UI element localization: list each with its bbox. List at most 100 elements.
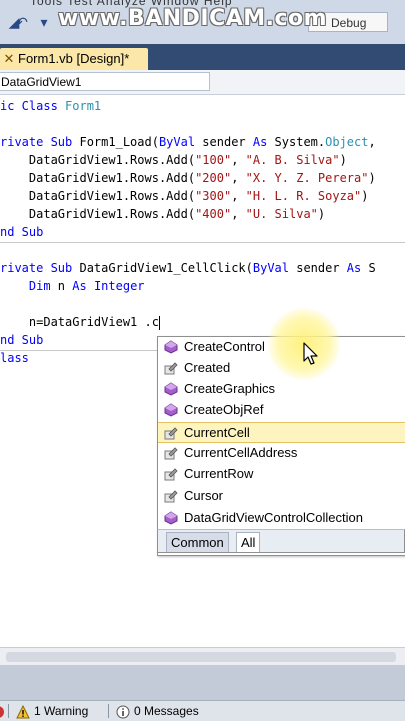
property-icon [164,490,178,503]
string-literal: "100" [195,153,232,167]
code-text: DataGridView1.Rows.Add( [0,189,196,203]
completion-item[interactable]: CurrentCellAddress [158,443,405,464]
messages-count: 0 Messages [134,704,199,718]
keyword: As Integer [72,279,145,293]
code-line-end-class: lass [0,351,29,365]
procedure-separator [0,242,405,243]
code-text: DataGridView1.Rows.Add( [0,153,196,167]
code-text: S [361,261,376,275]
code-line-cell-click: rivate Sub DataGridView1_CellClick(ByVal… [0,259,376,277]
completion-label: CreateControl [184,339,265,354]
completion-label: Cursor [184,488,224,503]
warning-icon [16,704,30,719]
code-line-end-sub: nd Sub [0,225,44,239]
error-list-toolbar: 1 Warning 0 Messages [0,700,405,721]
code-text: System. [267,135,326,149]
code-text: n=DataGridView1 .c [0,315,159,329]
tab-label: Form1.vb [Design]* [18,51,130,66]
code-line-class: ic Class Form1 [0,97,101,115]
completion-item[interactable]: Cursor [158,486,405,507]
string-literal: "300" [195,189,232,203]
keyword: ic Class [0,99,58,113]
code-navigation-bar: DataGridView1 [0,70,405,95]
info-icon [116,705,130,719]
code-text: ) [361,189,369,203]
tab-common[interactable]: Common [166,532,229,552]
method-icon [164,382,178,396]
keyword: As [252,135,268,149]
toolbar: Tools Test Analyze Window Help ◢ ↶ ▾ Deb… [0,0,405,45]
completion-label: Created [184,360,231,375]
type-name: Object [325,135,369,149]
code-text: , [231,171,246,185]
dropdown-arrow-icon[interactable]: ▾ [36,14,52,30]
string-literal: "X. Y. Z. Perera" [245,171,369,185]
completion-item[interactable]: DataGridViewControlCollection [158,508,405,529]
divider [8,704,9,718]
divider [108,704,109,718]
keyword: Dim [0,279,51,293]
warnings-filter[interactable]: 1 Warning [16,703,88,719]
completion-label: CreateGraphics [184,381,276,396]
code-text: sender [289,261,347,275]
property-icon [164,468,178,481]
completion-label: CurrentRow [184,466,254,481]
code-line-form-load: rivate Sub Form1_Load(ByVal sender As Sy… [0,133,376,151]
code-text: , [368,135,376,149]
keyword: rivate Sub [0,135,73,149]
code-text: ) [339,153,347,167]
completion-label: DataGridViewControlCollection [184,510,363,525]
completion-label: CurrentCell [184,425,250,440]
code-line-row-add: DataGridView1.Rows.Add("400", "U. Silva"… [0,205,325,223]
completion-item[interactable]: CreateObjRef [158,400,405,421]
undo-icon[interactable]: ↶ [14,14,30,30]
code-text: DataGridView1.Rows.Add( [0,207,196,221]
code-text: , [231,153,246,167]
string-literal: "H. L. R. Soyza" [245,189,362,203]
method-icon [164,403,178,417]
string-literal: "200" [195,171,232,185]
code-text: Form1_Load( [72,135,159,149]
property-icon [164,362,178,375]
close-icon[interactable]: ✕ [2,50,16,68]
completion-label: CurrentCellAddress [184,445,298,460]
completion-item-selected[interactable]: CurrentCell [158,422,405,443]
intellisense-filter-tabs: Common All [157,529,405,553]
text-caret [158,315,160,330]
completion-item[interactable]: CurrentRow [158,464,405,485]
code-text: ) [317,207,326,221]
property-icon [164,427,178,440]
code-text: DataGridView1_CellClick( [72,261,253,275]
keyword: As [346,261,362,275]
string-literal: "U. Silva" [245,207,318,221]
method-icon [164,340,178,354]
code-text: DataGridView1.Rows.Add( [0,171,196,185]
string-literal: "A. B. Silva" [245,153,340,167]
keyword: rivate Sub [0,261,73,275]
tab-all[interactable]: All [236,532,261,552]
scrollbar-thumb[interactable] [6,652,396,662]
warnings-count: 1 Warning [34,704,89,718]
keyword: ByVal [158,135,196,149]
method-icon [164,511,178,525]
code-line-row-add: DataGridView1.Rows.Add("200", "X. Y. Z. … [0,169,376,187]
code-text: , [231,189,246,203]
object-combo[interactable]: DataGridView1 [0,72,210,91]
mouse-pointer-icon [303,342,318,365]
tab-form1-design[interactable]: ✕ Form1.vb [Design]* [0,48,148,70]
code-text: sender [195,135,253,149]
code-line-dim: Dim n As Integer [0,277,145,295]
code-text: n [50,279,73,293]
code-text: , [231,207,246,221]
completion-item[interactable]: CreateGraphics [158,379,405,400]
code-text: ) [368,171,376,185]
errors-filter-partial[interactable] [0,703,12,719]
document-tab-strip: ✕ Form1.vb [Design]* [0,44,405,70]
code-line-assign: n=DataGridView1 .c [0,313,160,331]
messages-filter[interactable]: 0 Messages [116,703,199,719]
completion-label: CreateObjRef [184,402,264,417]
property-icon [164,447,178,460]
string-literal: "400" [195,207,232,221]
error-icon-partial [0,706,4,718]
horizontal-scrollbar[interactable] [0,647,405,666]
